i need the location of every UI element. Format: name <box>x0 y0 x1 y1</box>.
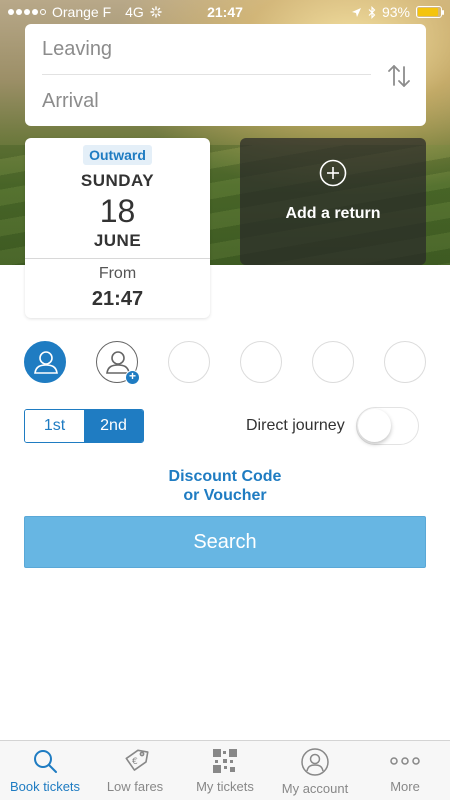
add-return-label: Add a return <box>285 205 381 222</box>
battery-percent: 93% <box>381 4 410 20</box>
outward-date-card[interactable]: Outward SUNDAY 18 JUNE From 21:47 <box>25 138 210 318</box>
network-type: 4G <box>125 4 144 20</box>
battery-icon <box>416 6 444 18</box>
user-icon <box>34 351 58 374</box>
route-card: Leaving Arrival <box>25 24 426 126</box>
second-class-button[interactable]: 2nd <box>84 410 143 442</box>
passenger-slot-empty[interactable] <box>168 341 210 383</box>
bottom-tab-bar: Book tickets € Low fares My tickets My a… <box>0 740 450 800</box>
passenger-slot-empty[interactable] <box>240 341 282 383</box>
leaving-input[interactable]: Leaving <box>42 38 112 61</box>
travel-class-toggle: 1st 2nd <box>24 409 144 443</box>
tab-more[interactable]: More <box>360 741 450 800</box>
price-tag-icon: € <box>125 749 149 771</box>
arrival-input[interactable]: Arrival <box>42 90 99 113</box>
passenger-slot-empty[interactable] <box>312 341 354 383</box>
outward-day-number: 18 <box>99 193 136 229</box>
route-divider <box>42 74 371 75</box>
swap-arrows-icon <box>388 65 410 87</box>
tab-label: My account <box>281 781 349 796</box>
direct-journey-toggle[interactable] <box>356 407 419 445</box>
outward-from-label: From <box>98 265 137 282</box>
signal-strength-icon <box>8 9 46 15</box>
direct-journey-label: Direct journey <box>246 417 345 434</box>
tab-low-fares[interactable]: € Low fares <box>90 741 180 800</box>
tab-label: My tickets <box>196 779 254 794</box>
search-icon <box>34 750 57 773</box>
search-button[interactable]: Search <box>24 516 426 568</box>
tab-label: More <box>390 779 420 794</box>
status-time: 21:47 <box>207 4 243 20</box>
bluetooth-icon <box>368 5 376 19</box>
discount-line-2: or Voucher <box>183 487 267 504</box>
tab-label: Low fares <box>106 779 164 794</box>
outward-day-name: SUNDAY <box>80 171 155 190</box>
add-plus-icon: + <box>125 370 140 385</box>
tab-my-account[interactable]: My account <box>270 741 360 800</box>
add-passenger-button[interactable]: + <box>96 341 140 385</box>
discount-line-1: Discount Code <box>168 468 282 485</box>
add-circle-icon <box>319 159 347 187</box>
activity-spinner-icon <box>150 6 162 18</box>
location-arrow-icon <box>351 7 361 17</box>
user-icon <box>301 748 329 776</box>
carrier-name: Orange F <box>52 4 112 20</box>
passenger-1-avatar[interactable] <box>24 341 66 383</box>
outward-from-time[interactable]: 21:47 <box>25 288 210 311</box>
swap-stations-button[interactable] <box>383 60 415 92</box>
more-dots-icon <box>390 757 420 765</box>
outward-badge: Outward <box>83 145 152 165</box>
qr-code-icon <box>213 749 237 773</box>
add-return-button[interactable]: Add a return <box>240 138 426 265</box>
toggle-knob <box>358 409 391 442</box>
first-class-button[interactable]: 1st <box>25 410 84 442</box>
tab-my-tickets[interactable]: My tickets <box>180 741 270 800</box>
tab-book-tickets[interactable]: Book tickets <box>0 741 90 800</box>
outward-month: JUNE <box>93 231 142 250</box>
discount-code-link[interactable]: Discount Code or Voucher <box>0 467 450 505</box>
svg-text:€: € <box>132 757 138 767</box>
outward-divider <box>25 258 210 259</box>
passenger-selector: + <box>0 341 450 385</box>
passenger-slot-empty[interactable] <box>384 341 426 383</box>
status-bar: Orange F 4G 21:47 93% <box>0 0 450 24</box>
tab-label: Book tickets <box>9 779 81 794</box>
